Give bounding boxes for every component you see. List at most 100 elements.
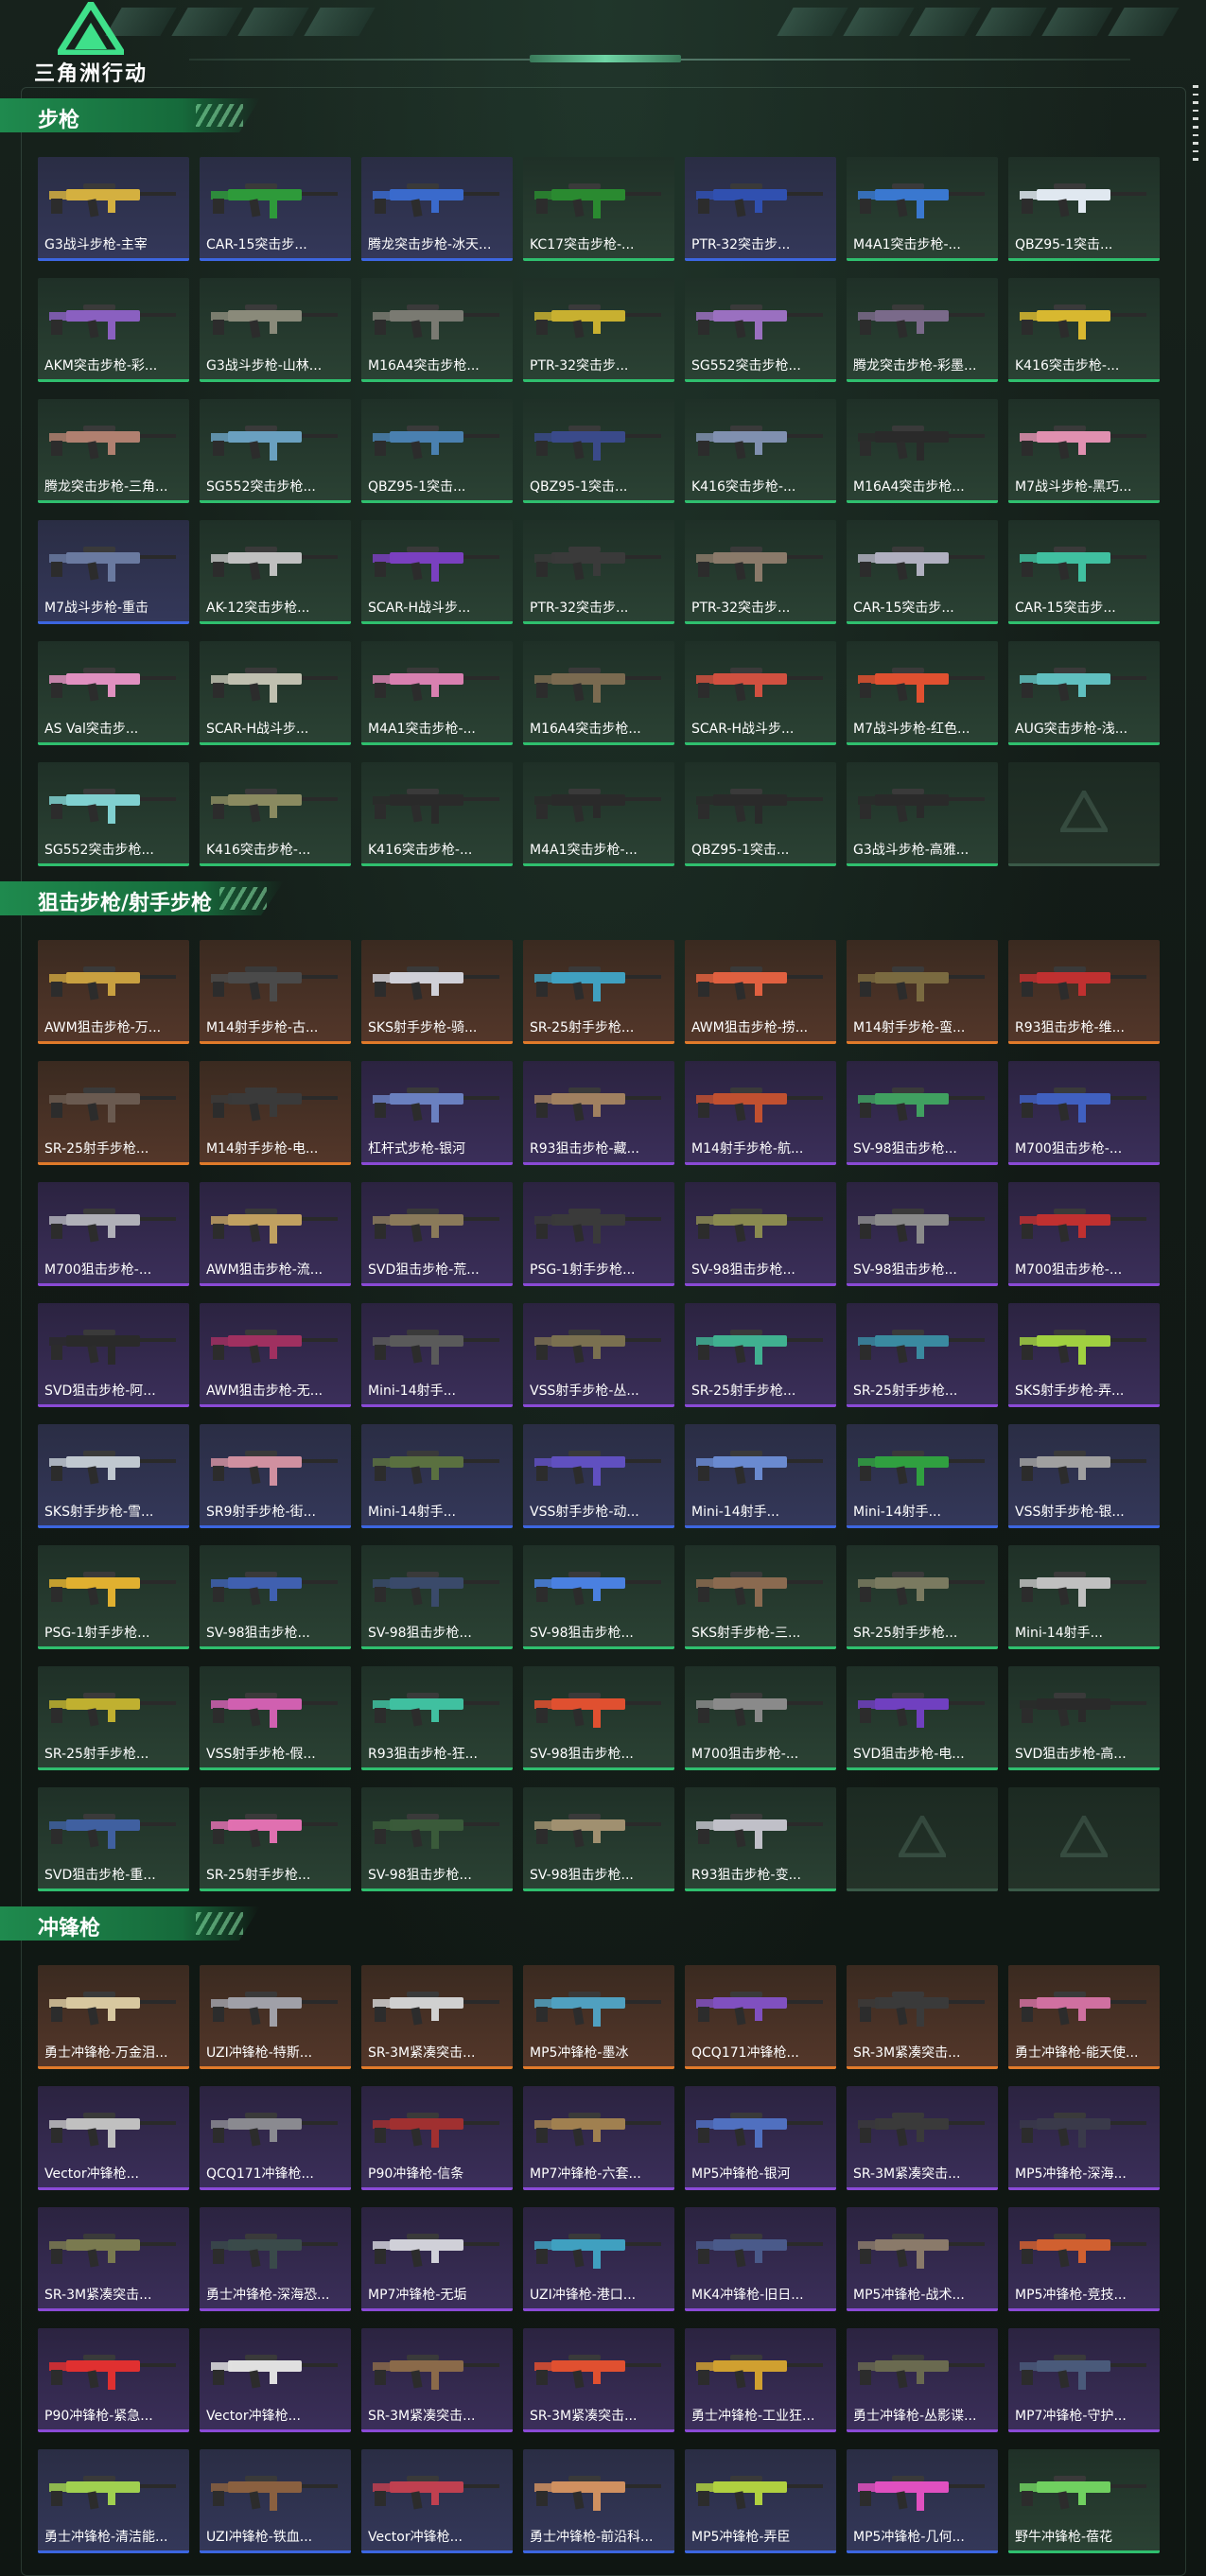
skin-card[interactable]: SR-25射手步枪...	[847, 1303, 998, 1407]
skin-card[interactable]: 勇士冲锋枪-深海恐...	[200, 2207, 351, 2311]
skin-card[interactable]: G3战斗步枪-山林...	[200, 278, 351, 382]
skin-card[interactable]: MP5冲锋枪-银河	[685, 2086, 836, 2190]
skin-card[interactable]: R93狙击步枪-变...	[685, 1787, 836, 1891]
skin-card[interactable]: Mini-14射手...	[685, 1424, 836, 1528]
skin-card[interactable]: MP5冲锋枪-战术...	[847, 2207, 998, 2311]
skin-card[interactable]: G3战斗步枪-高雅...	[847, 762, 998, 866]
skin-card[interactable]: 腾龙突击步枪-三角...	[38, 399, 189, 503]
skin-card[interactable]: Vector冲锋枪...	[38, 2086, 189, 2190]
skin-card[interactable]: SG552突击步枪...	[38, 762, 189, 866]
skin-card[interactable]: KC17突击步枪-...	[523, 157, 674, 261]
skin-card[interactable]: SR-25射手步枪...	[200, 1787, 351, 1891]
skin-card[interactable]: SCAR-H战斗步...	[200, 641, 351, 745]
skin-card[interactable]: MP7冲锋枪-守护...	[1008, 2328, 1160, 2432]
skin-card[interactable]: VSS射手步枪-银...	[1008, 1424, 1160, 1528]
skin-card[interactable]: K416突击步枪-...	[1008, 278, 1160, 382]
skin-card[interactable]: M4A1突击步枪-...	[847, 157, 998, 261]
skin-card[interactable]: QCQ171冲锋枪...	[685, 1965, 836, 2069]
skin-card[interactable]: SR-3M紧凑突击...	[361, 2328, 513, 2432]
skin-card[interactable]: PTR-32突击步...	[685, 520, 836, 624]
skin-card[interactable]: SR-3M紧凑突击...	[847, 2086, 998, 2190]
skin-card[interactable]: AKM突击步枪-彩...	[38, 278, 189, 382]
skin-card[interactable]: M4A1突击步枪-...	[523, 762, 674, 866]
skin-card[interactable]: K416突击步枪-...	[200, 762, 351, 866]
skin-card[interactable]: AUG突击步枪-浅...	[1008, 641, 1160, 745]
skin-card[interactable]: K416突击步枪-...	[685, 399, 836, 503]
skin-card[interactable]: SV-98狙击步枪...	[361, 1787, 513, 1891]
skin-card[interactable]: SKS射手步枪-弄...	[1008, 1303, 1160, 1407]
skin-card[interactable]: SVD狙击步枪-高...	[1008, 1666, 1160, 1770]
skin-card[interactable]: QBZ95-1突击...	[523, 399, 674, 503]
skin-card[interactable]: SV-98狙击步枪...	[847, 1061, 998, 1165]
skin-card[interactable]: Mini-14射手...	[361, 1424, 513, 1528]
skin-card[interactable]: SVD狙击步枪-阿...	[38, 1303, 189, 1407]
skin-card[interactable]: P90冲锋枪-紧急...	[38, 2328, 189, 2432]
skin-card[interactable]: R93狙击步枪-维...	[1008, 940, 1160, 1044]
skin-card[interactable]: VSS射手步枪-丛...	[523, 1303, 674, 1407]
skin-card[interactable]: SV-98狙击步枪...	[523, 1787, 674, 1891]
skin-card[interactable]: SR-25射手步枪...	[685, 1303, 836, 1407]
scrollbar[interactable]	[1193, 85, 1198, 161]
skin-card[interactable]: SR-25射手步枪...	[847, 1545, 998, 1649]
skin-card[interactable]: UZI冲锋枪-铁血...	[200, 2449, 351, 2553]
skin-card[interactable]: SKS射手步枪-骑...	[361, 940, 513, 1044]
skin-card[interactable]: 勇士冲锋枪-前沿科...	[523, 2449, 674, 2553]
skin-card[interactable]: M700狙击步枪-...	[1008, 1182, 1160, 1286]
skin-card[interactable]: SV-98狙击步枪...	[200, 1545, 351, 1649]
skin-card[interactable]: 勇士冲锋枪-丛影谍...	[847, 2328, 998, 2432]
skin-card[interactable]: G3战斗步枪-主宰	[38, 157, 189, 261]
skin-card[interactable]: VSS射手步枪-动...	[523, 1424, 674, 1528]
skin-card[interactable]: PSG-1射手步枪...	[38, 1545, 189, 1649]
skin-card[interactable]: PTR-32突击步...	[523, 520, 674, 624]
skin-card[interactable]: SR-25射手步枪...	[38, 1666, 189, 1770]
skin-card[interactable]: SV-98狙击步枪...	[361, 1545, 513, 1649]
skin-card[interactable]: M16A4突击步枪...	[847, 399, 998, 503]
skin-card[interactable]: SR-3M紧凑突击...	[361, 1965, 513, 2069]
skin-card[interactable]: M4A1突击步枪-...	[361, 641, 513, 745]
skin-card[interactable]: M700狙击步枪-...	[685, 1666, 836, 1770]
skin-card[interactable]: M700狙击步枪-...	[1008, 1061, 1160, 1165]
skin-card[interactable]: AWM狙击步枪-捞...	[685, 940, 836, 1044]
skin-card[interactable]: QBZ95-1突击...	[1008, 157, 1160, 261]
skin-card[interactable]: SVD狙击步枪-重...	[38, 1787, 189, 1891]
skin-card[interactable]: SCAR-H战斗步...	[361, 520, 513, 624]
skin-card[interactable]: QCQ171冲锋枪...	[200, 2086, 351, 2190]
skin-card[interactable]: M14射手步枪-古...	[200, 940, 351, 1044]
skin-card[interactable]: SVD狙击步枪-荒...	[361, 1182, 513, 1286]
skin-card[interactable]: QBZ95-1突击...	[685, 762, 836, 866]
skin-card[interactable]: QBZ95-1突击...	[361, 399, 513, 503]
skin-card[interactable]: SVD狙击步枪-电...	[847, 1666, 998, 1770]
skin-card[interactable]: Mini-14射手...	[1008, 1545, 1160, 1649]
skin-card[interactable]: CAR-15突击步...	[200, 157, 351, 261]
skin-card[interactable]: R93狙击步枪-藏...	[523, 1061, 674, 1165]
skin-card[interactable]: MP5冲锋枪-深海...	[1008, 2086, 1160, 2190]
skin-card[interactable]: CAR-15突击步...	[847, 520, 998, 624]
skin-card[interactable]: VSS射手步枪-假...	[200, 1666, 351, 1770]
skin-card[interactable]: 勇士冲锋枪-工业狂...	[685, 2328, 836, 2432]
skin-card[interactable]: SKS射手步枪-雪...	[38, 1424, 189, 1528]
skin-card[interactable]: 勇士冲锋枪-万金泪...	[38, 1965, 189, 2069]
skin-card[interactable]: SR-3M紧凑突击...	[38, 2207, 189, 2311]
skin-card[interactable]: 腾龙突击步枪-彩墨...	[847, 278, 998, 382]
skin-card[interactable]: SG552突击步枪...	[200, 399, 351, 503]
skin-card[interactable]: SR-3M紧凑突击...	[523, 2328, 674, 2432]
skin-card[interactable]: UZI冲锋枪-港口...	[523, 2207, 674, 2311]
skin-card[interactable]: M7战斗步枪-红色...	[847, 641, 998, 745]
skin-card[interactable]: M700狙击步枪-...	[38, 1182, 189, 1286]
skin-card[interactable]: M14射手步枪-蛮...	[847, 940, 998, 1044]
skin-card[interactable]: UZI冲锋枪-特斯...	[200, 1965, 351, 2069]
skin-card[interactable]: Vector冲锋枪...	[200, 2328, 351, 2432]
skin-card[interactable]: SCAR-H战斗步...	[685, 641, 836, 745]
skin-card[interactable]: Mini-14射手...	[847, 1424, 998, 1528]
skin-card[interactable]: P90冲锋枪-信条	[361, 2086, 513, 2190]
skin-card[interactable]: Vector冲锋枪...	[361, 2449, 513, 2553]
skin-card[interactable]: AWM狙击步枪-流...	[200, 1182, 351, 1286]
skin-card[interactable]: SV-98狙击步枪...	[685, 1182, 836, 1286]
skin-card[interactable]: SG552突击步枪...	[685, 278, 836, 382]
skin-card[interactable]: 勇士冲锋枪-能天使...	[1008, 1965, 1160, 2069]
skin-card[interactable]: MP7冲锋枪-无垢	[361, 2207, 513, 2311]
skin-card[interactable]: R93狙击步枪-狂...	[361, 1666, 513, 1770]
skin-card[interactable]: Mini-14射手...	[361, 1303, 513, 1407]
skin-card[interactable]: SR-25射手步枪...	[38, 1061, 189, 1165]
skin-card[interactable]: CAR-15突击步...	[1008, 520, 1160, 624]
